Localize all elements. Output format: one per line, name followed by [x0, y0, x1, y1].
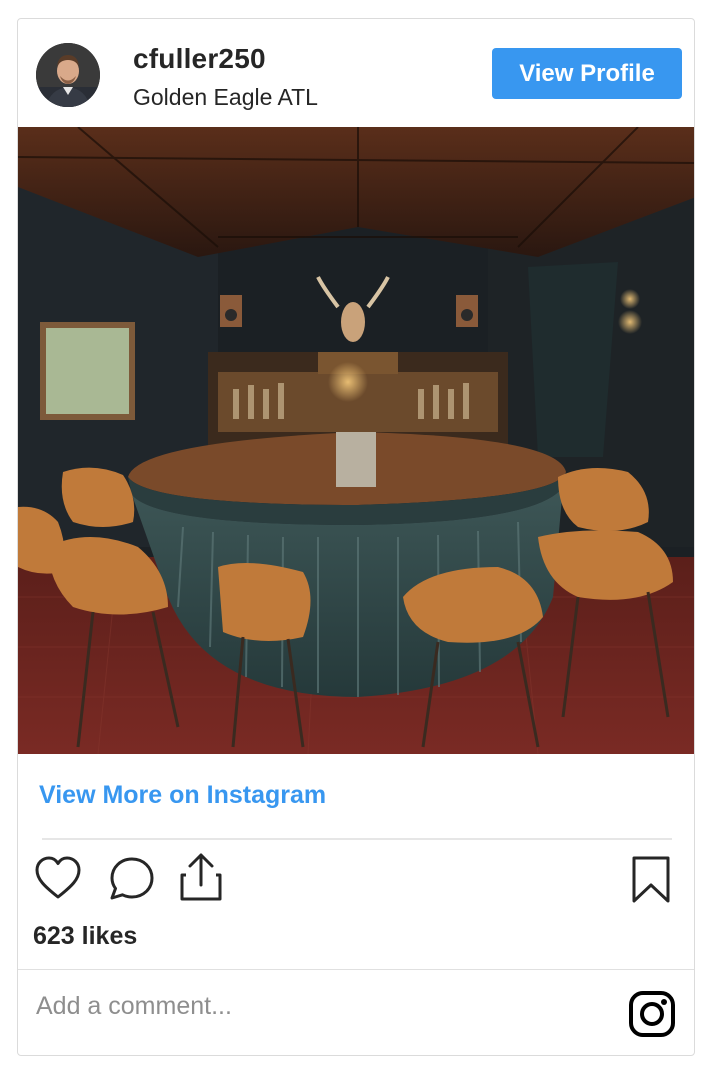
divider — [42, 838, 672, 840]
post-photo[interactable] — [18, 127, 694, 754]
view-profile-button[interactable]: View Profile — [492, 48, 682, 99]
comment-bar: Add a comment... — [18, 969, 694, 1055]
instagram-logo-icon[interactable] — [628, 990, 676, 1043]
likes-count[interactable]: 623 likes — [33, 922, 137, 951]
instagram-embed-card: cfuller250 Golden Eagle ATL View Profile — [17, 18, 695, 1056]
avatar[interactable] — [36, 43, 100, 107]
location-label[interactable]: Golden Eagle ATL — [133, 84, 318, 111]
heart-icon[interactable] — [34, 855, 82, 901]
post-header: cfuller250 Golden Eagle ATL View Profile — [18, 19, 694, 127]
username[interactable]: cfuller250 — [133, 43, 266, 75]
bookmark-icon[interactable] — [630, 855, 672, 905]
comment-input[interactable]: Add a comment... — [36, 992, 596, 1032]
share-icon[interactable] — [178, 851, 224, 903]
view-more-on-instagram-link[interactable]: View More on Instagram — [39, 781, 326, 810]
comment-bubble-icon[interactable] — [108, 855, 156, 903]
